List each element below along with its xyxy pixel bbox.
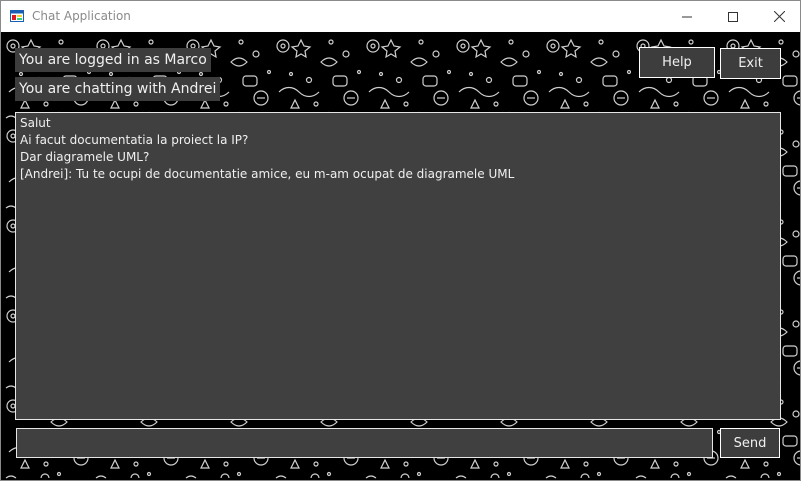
chatting-with-label: You are chatting with Andrei bbox=[15, 77, 221, 101]
app-window-icon bbox=[10, 10, 24, 22]
chat-message: Salut bbox=[20, 116, 51, 130]
chat-message: [Andrei]: Tu te ocupi de documentatie am… bbox=[20, 167, 515, 181]
title-bar[interactable]: Chat Application bbox=[1, 1, 800, 32]
help-button[interactable]: Help bbox=[639, 47, 715, 78]
message-input[interactable] bbox=[16, 428, 713, 458]
chat-form: You are logged in as Marco You are chatt… bbox=[1, 32, 800, 480]
chat-history[interactable]: Salut Ai facut documentatia la proiect l… bbox=[15, 112, 781, 420]
window-title: Chat Application bbox=[32, 9, 131, 23]
chat-application-window: Chat Application You are logged in as Ma… bbox=[0, 0, 801, 481]
chat-message: Dar diagramele UML? bbox=[20, 150, 150, 164]
logged-in-label: You are logged in as Marco bbox=[15, 48, 211, 72]
maximize-icon bbox=[728, 11, 738, 22]
close-icon bbox=[773, 11, 785, 22]
exit-button[interactable]: Exit bbox=[720, 48, 781, 79]
minimize-icon bbox=[682, 16, 692, 17]
send-button[interactable]: Send bbox=[720, 428, 780, 458]
maximize-button[interactable] bbox=[710, 1, 756, 32]
minimize-button[interactable] bbox=[664, 1, 710, 32]
chat-message: Ai facut documentatia la proiect la IP? bbox=[20, 133, 249, 147]
close-button[interactable] bbox=[756, 1, 800, 32]
